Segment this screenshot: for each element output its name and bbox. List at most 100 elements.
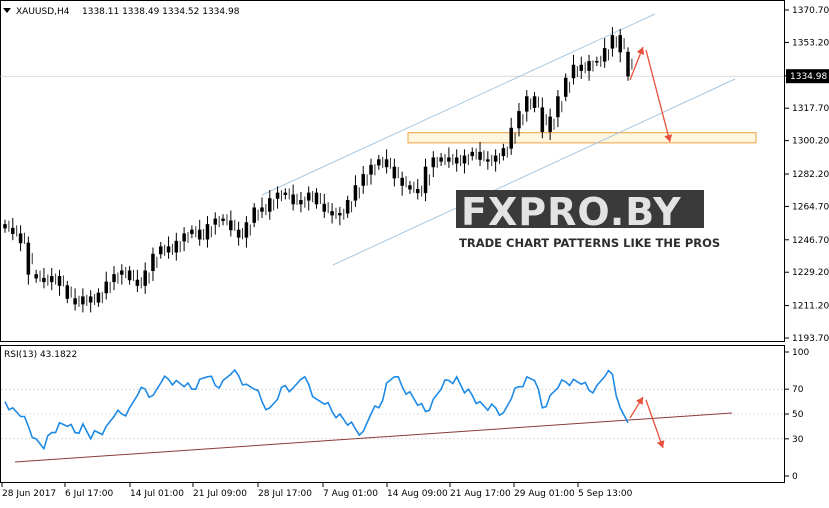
candle-body bbox=[618, 35, 622, 53]
candle-body bbox=[423, 166, 428, 194]
candle-body bbox=[81, 296, 85, 305]
candle-body bbox=[525, 96, 529, 112]
candle-body bbox=[415, 188, 420, 194]
candle-body bbox=[166, 246, 171, 253]
candle-body bbox=[361, 174, 365, 186]
rsi-tick-label: 30 bbox=[792, 435, 804, 445]
candle-body bbox=[104, 281, 108, 294]
candle-body bbox=[330, 211, 334, 216]
time-tick-label: 28 Jun 2017 bbox=[2, 489, 56, 499]
price-tick-label: 1353.20 bbox=[792, 38, 829, 48]
time-tick-label: 7 Aug 01:00 bbox=[323, 489, 378, 499]
candle-body bbox=[626, 51, 630, 77]
candle-body bbox=[143, 270, 147, 286]
time-tick-label: 5 Sep 13:00 bbox=[578, 489, 633, 499]
candle-body bbox=[517, 111, 521, 129]
candle-body bbox=[587, 61, 591, 71]
rsi-tick-label: 50 bbox=[792, 410, 804, 420]
candle-body bbox=[197, 229, 202, 240]
candle-body bbox=[252, 207, 256, 223]
logo-text: FXPRO.BY bbox=[461, 190, 682, 234]
candle-body bbox=[18, 233, 23, 244]
candle-body bbox=[49, 276, 54, 283]
candle-body bbox=[353, 185, 358, 201]
candle-body bbox=[447, 157, 451, 162]
fxpro-logo: FXPRO.BY TRADE CHART PATTERNS LIKE THE P… bbox=[456, 190, 720, 250]
candle-body bbox=[205, 224, 210, 240]
logo-tagline: TRADE CHART PATTERNS LIKE THE PROS bbox=[459, 236, 720, 250]
candle-body bbox=[579, 64, 584, 71]
time-tick-label: 29 Aug 01:00 bbox=[514, 489, 575, 499]
candle-body bbox=[260, 207, 264, 212]
candle-body bbox=[610, 35, 615, 49]
candle-body bbox=[34, 274, 38, 279]
rsi-label: RSI(13) 43.1822 bbox=[4, 350, 77, 360]
price-tick-label: 1282.20 bbox=[792, 170, 829, 180]
price-tick-label: 1317.70 bbox=[792, 104, 829, 114]
symbol-label: XAUUSD,H4 bbox=[16, 7, 70, 17]
candle-body bbox=[244, 222, 249, 238]
candle-body bbox=[595, 61, 599, 63]
candle-body bbox=[291, 194, 295, 205]
candle-body bbox=[345, 200, 350, 214]
candle-body bbox=[182, 233, 186, 242]
price-tick-label: 1300.20 bbox=[792, 137, 829, 147]
candle-body bbox=[88, 296, 93, 303]
candle-body bbox=[384, 159, 389, 168]
chart-canvas[interactable]: 1370.701353.201335.201317.701300.201282.… bbox=[0, 0, 829, 504]
time-tick-label: 21 Aug 17:00 bbox=[450, 489, 511, 499]
candle-body bbox=[509, 127, 513, 149]
candle-body bbox=[431, 157, 436, 168]
candle-body bbox=[229, 220, 233, 231]
candle-body bbox=[299, 200, 303, 205]
price-tick-label: 1211.20 bbox=[792, 302, 829, 312]
candle-body bbox=[159, 246, 163, 255]
candle-body bbox=[322, 203, 327, 212]
candle-body bbox=[174, 240, 179, 253]
candle-body bbox=[400, 177, 404, 186]
candle-body bbox=[3, 224, 7, 229]
rsi-tick-label: 70 bbox=[792, 385, 804, 395]
candle-body bbox=[120, 270, 124, 275]
candle-body bbox=[11, 227, 15, 234]
ohlc-label: 1338.11 1338.49 1334.52 1334.98 bbox=[82, 7, 240, 17]
candle-body bbox=[73, 298, 77, 305]
candle-body bbox=[135, 279, 140, 286]
support-zone bbox=[407, 132, 757, 144]
candle-body bbox=[213, 218, 218, 225]
candle-body bbox=[275, 192, 280, 199]
candle-body bbox=[548, 116, 552, 132]
candle-body bbox=[127, 270, 132, 281]
candle-body bbox=[454, 157, 459, 164]
candle-body bbox=[268, 198, 272, 212]
candle-body bbox=[96, 292, 101, 303]
current-price-label: 1334.98 bbox=[790, 72, 827, 82]
candle-body bbox=[493, 155, 498, 162]
candle-body bbox=[470, 151, 474, 157]
candle-body bbox=[57, 276, 62, 286]
candle-body bbox=[556, 96, 560, 118]
candle-body bbox=[392, 166, 397, 179]
candle-body bbox=[314, 192, 319, 205]
candle-body bbox=[338, 213, 342, 216]
candle-body bbox=[306, 192, 311, 201]
price-tick-label: 1193.70 bbox=[792, 334, 829, 344]
candle-body bbox=[65, 285, 70, 299]
candle-body bbox=[532, 96, 537, 108]
price-pane bbox=[0, 0, 785, 342]
candle-body bbox=[540, 107, 545, 132]
candle-body bbox=[236, 229, 241, 238]
time-tick-label: 21 Jul 09:00 bbox=[193, 489, 247, 499]
candle-body bbox=[408, 185, 412, 190]
candle-body bbox=[221, 218, 225, 221]
candle-body bbox=[602, 48, 607, 62]
price-tick-label: 1370.70 bbox=[792, 6, 829, 16]
rsi-tick-label: 0 bbox=[792, 472, 798, 482]
candle-body bbox=[26, 242, 31, 275]
candle-body bbox=[283, 192, 288, 196]
time-tick-label: 14 Aug 09:00 bbox=[387, 489, 448, 499]
candle-body bbox=[377, 159, 381, 166]
candle-body bbox=[462, 155, 467, 164]
chart-window: 1370.701353.201335.201317.701300.201282.… bbox=[0, 0, 829, 504]
rsi-tick-label: 100 bbox=[792, 348, 809, 358]
